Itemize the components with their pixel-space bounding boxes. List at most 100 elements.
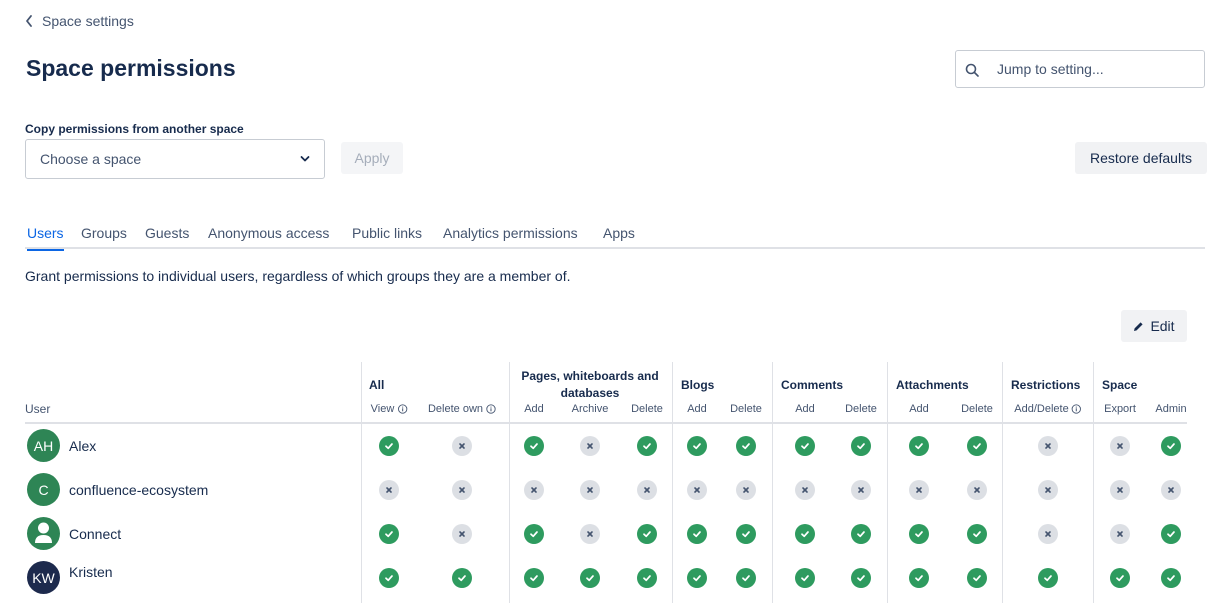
tab-analytics-permissions[interactable]: Analytics permissions <box>443 225 578 249</box>
permission-granted-icon <box>687 436 707 456</box>
permission-denied-icon <box>795 480 815 500</box>
back-link-label: Space settings <box>42 13 134 29</box>
apply-button[interactable]: Apply <box>341 142 403 174</box>
avatar: KW <box>27 561 60 594</box>
permission-denied-icon <box>379 480 399 500</box>
permission-tabs: Users Groups Guests Anonymous access Pub… <box>25 225 1205 251</box>
column-header-space-export: Export <box>1104 403 1136 415</box>
permission-granted-icon <box>967 524 987 544</box>
column-header-restrictions-add-delete: Add/Delete <box>1014 403 1082 415</box>
user-name[interactable]: Connect <box>69 526 121 542</box>
permission-granted-icon <box>1110 568 1130 588</box>
permission-granted-icon <box>736 568 756 588</box>
permission-denied-icon <box>1038 524 1058 544</box>
tab-anonymous-access[interactable]: Anonymous access <box>208 225 329 249</box>
permission-denied-icon <box>580 436 600 456</box>
choose-space-select[interactable]: Choose a space <box>25 139 325 179</box>
column-header-space-admin: Admin <box>1155 403 1186 415</box>
column-header-label: Delete <box>961 403 993 415</box>
tab-groups[interactable]: Groups <box>81 225 127 249</box>
column-header-label: Export <box>1104 403 1136 415</box>
permission-granted-icon <box>736 436 756 456</box>
select-placeholder: Choose a space <box>40 151 142 167</box>
column-group-divider <box>772 362 773 603</box>
column-header-label: Delete <box>845 403 877 415</box>
column-header-comments-add: Add <box>795 403 815 415</box>
permission-denied-icon <box>1038 480 1058 500</box>
permission-denied-icon <box>1110 436 1130 456</box>
tab-guests[interactable]: Guests <box>145 225 189 249</box>
column-header-all-delete-own: Delete own <box>428 403 496 415</box>
user-name[interactable]: Kristen <box>69 564 113 580</box>
group-header-attachments: Attachments <box>896 378 969 392</box>
column-header-label: Delete own <box>427 403 484 415</box>
permission-denied-icon <box>1161 480 1181 500</box>
page-title: Space permissions <box>26 55 236 81</box>
user-name[interactable]: Alex <box>69 438 96 454</box>
permission-granted-icon <box>1161 524 1181 544</box>
permission-denied-icon <box>1110 524 1130 544</box>
search-input[interactable] <box>997 61 1192 77</box>
column-group-divider <box>672 362 673 603</box>
copy-permissions-label: Copy permissions from another space <box>25 122 244 136</box>
table-header-divider <box>25 422 1187 424</box>
user-column-header: User <box>25 402 51 416</box>
group-header-restrictions: Restrictions <box>1011 378 1081 392</box>
permission-granted-icon <box>795 436 815 456</box>
column-header-label: Delete <box>730 403 762 415</box>
permission-denied-icon <box>580 524 600 544</box>
back-to-space-settings-link[interactable]: Space settings <box>24 13 134 29</box>
column-header-label: Add <box>909 403 929 415</box>
permission-granted-icon <box>580 568 600 588</box>
person-icon <box>35 522 52 543</box>
info-icon[interactable] <box>486 404 496 414</box>
jump-to-setting-search[interactable] <box>955 50 1205 88</box>
user-name[interactable]: confluence-ecosystem <box>69 482 208 498</box>
permission-granted-icon <box>909 524 929 544</box>
tab-users[interactable]: Users <box>27 225 64 251</box>
permission-granted-icon <box>452 568 472 588</box>
info-icon[interactable] <box>397 404 407 414</box>
permission-granted-icon <box>687 524 707 544</box>
permission-granted-icon <box>524 436 544 456</box>
permission-granted-icon <box>1161 568 1181 588</box>
permission-granted-icon <box>967 436 987 456</box>
permission-denied-icon <box>851 480 871 500</box>
column-header-label: Add/Delete <box>1014 403 1069 415</box>
column-header-comments-delete: Delete <box>845 403 877 415</box>
permission-denied-icon <box>909 480 929 500</box>
info-icon[interactable] <box>1072 404 1082 414</box>
edit-label: Edit <box>1150 318 1175 334</box>
permission-granted-icon <box>1161 436 1181 456</box>
chevron-left-icon <box>26 15 32 27</box>
restore-defaults-button[interactable]: Restore defaults <box>1075 142 1207 174</box>
permission-granted-icon <box>909 436 929 456</box>
permission-granted-icon <box>637 436 657 456</box>
search-icon <box>965 63 979 77</box>
permission-granted-icon <box>851 436 871 456</box>
edit-button[interactable]: Edit <box>1121 310 1187 342</box>
permission-granted-icon <box>851 524 871 544</box>
permission-denied-icon <box>736 480 756 500</box>
avatar <box>27 517 60 550</box>
column-header-label: Admin <box>1155 403 1187 415</box>
permission-denied-icon <box>1110 480 1130 500</box>
column-header-attachments-delete: Delete <box>961 403 993 415</box>
permission-granted-icon <box>524 568 544 588</box>
permission-granted-icon <box>637 524 657 544</box>
permission-denied-icon <box>1038 436 1058 456</box>
tab-public-links[interactable]: Public links <box>352 225 422 249</box>
column-header-blogs-add: Add <box>687 403 707 415</box>
pencil-icon <box>1134 321 1144 331</box>
column-group-divider <box>361 362 362 603</box>
tab-apps[interactable]: Apps <box>603 225 635 249</box>
permission-granted-icon <box>687 568 707 588</box>
permission-granted-icon <box>795 524 815 544</box>
avatar: AH <box>27 429 60 462</box>
group-header-comments: Comments <box>781 378 844 392</box>
column-group-divider <box>1093 362 1094 603</box>
column-header-pages-whiteboards-and-databases-delete: Delete <box>631 403 663 415</box>
permission-granted-icon <box>909 568 929 588</box>
group-header-blogs: Blogs <box>681 378 715 392</box>
avatar: C <box>27 473 60 506</box>
